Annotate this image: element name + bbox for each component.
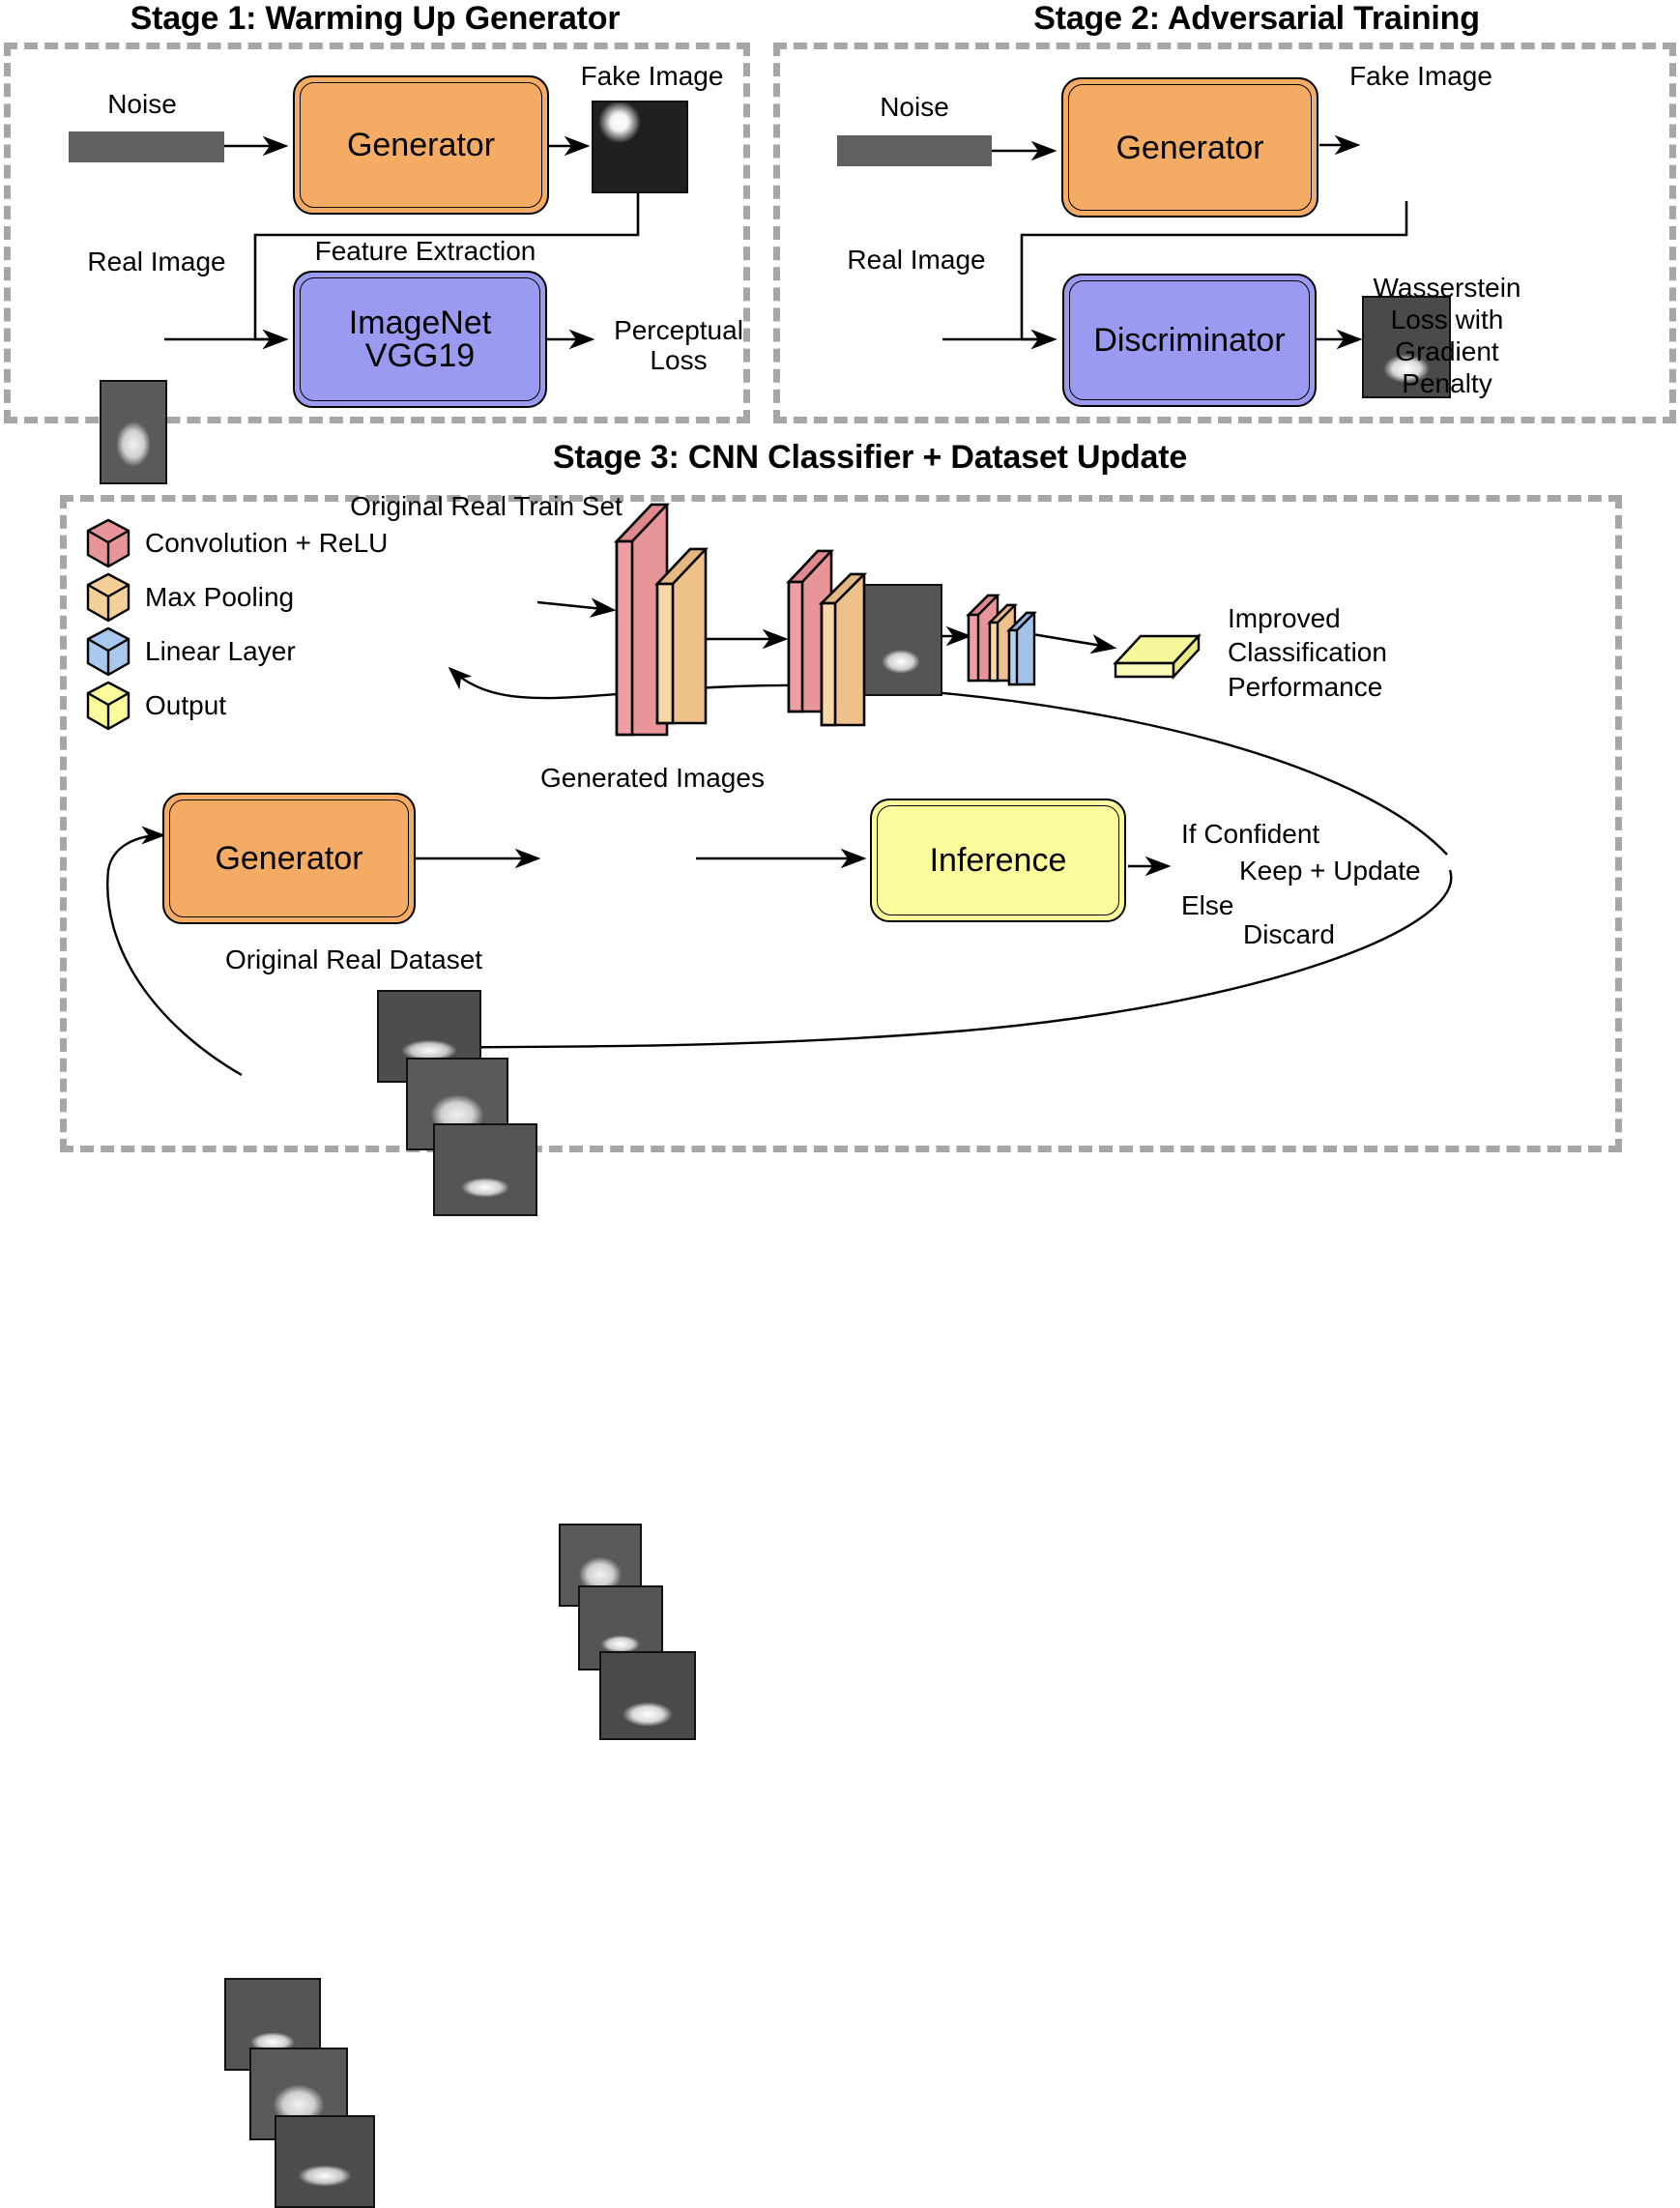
legend-label-max-pooling: Max Pooling bbox=[145, 581, 295, 612]
improved-line-1: Improved bbox=[1228, 603, 1341, 633]
stage3-original-dataset-label: Original Real Dataset bbox=[224, 944, 483, 974]
stage1-noise-label: Noise bbox=[107, 89, 177, 119]
output-slab-icon bbox=[1113, 632, 1202, 681]
cube-icon bbox=[85, 518, 131, 568]
stage1-real-image-thumb bbox=[100, 380, 167, 484]
pool-slab-icon bbox=[653, 547, 710, 725]
stage3-else-label: Else bbox=[1181, 890, 1234, 920]
stage2-generator-box[interactable]: Generator bbox=[1061, 77, 1318, 218]
stage3-keep-update-label: Keep + Update bbox=[1239, 856, 1421, 886]
stage3-train-set-thumb-1 bbox=[433, 1123, 537, 1216]
stage1-generator-label: Generator bbox=[346, 127, 496, 163]
stage3-if-confident-label: If Confident bbox=[1181, 819, 1320, 849]
cube-icon bbox=[85, 681, 131, 731]
stage2-discriminator-label: Discriminator bbox=[1093, 322, 1286, 359]
cube-icon bbox=[85, 626, 131, 677]
legend-item-max-pooling: Max Pooling bbox=[85, 570, 433, 625]
stage3-generated-images-label: Generated Images bbox=[540, 763, 765, 793]
stage3-generator-box[interactable]: Generator bbox=[162, 793, 416, 924]
stage3-generator-label: Generator bbox=[215, 840, 363, 877]
stage2-noise-label: Noise bbox=[880, 92, 949, 122]
stage-1-title: Stage 1: Warming Up Generator bbox=[130, 0, 621, 37]
stage1-feature-extraction-label: Feature Extraction bbox=[314, 236, 536, 266]
pool-slab-icon bbox=[818, 572, 868, 727]
cnn-block-3-linear bbox=[1003, 605, 1057, 703]
stage3-discard-label: Discard bbox=[1243, 919, 1335, 949]
stage2-loss-line3: Gradient bbox=[1395, 336, 1499, 367]
legend-label-linear-layer: Linear Layer bbox=[145, 635, 296, 666]
stage1-real-image-label: Real Image bbox=[87, 247, 226, 276]
stage2-discriminator-box[interactable]: Discriminator bbox=[1062, 274, 1317, 407]
cnn-output-bar bbox=[1112, 619, 1204, 691]
stage1-fake-image-thumb bbox=[592, 101, 688, 193]
stage1-vgg-box[interactable]: ImageNet VGG19 bbox=[293, 271, 547, 408]
legend-item-convolution: Convolution + ReLU bbox=[85, 516, 433, 570]
stage3-generated-thumb-1 bbox=[599, 1651, 696, 1740]
stage1-fake-image-label: Fake Image bbox=[580, 61, 724, 91]
stage3-train-set-label: Original Real Train Set bbox=[350, 491, 623, 521]
legend-item-linear-layer: Linear Layer bbox=[85, 625, 433, 679]
improved-line-3: Performance bbox=[1228, 671, 1383, 702]
improved-line-2: Classification bbox=[1228, 637, 1387, 668]
stage2-loss-line1: Wasserstein bbox=[1373, 273, 1521, 303]
stage3-inference-label: Inference bbox=[929, 842, 1067, 879]
stage2-fake-image-label: Fake Image bbox=[1349, 61, 1492, 91]
cnn-block-1-pool bbox=[650, 541, 756, 740]
stage3-inference-box[interactable]: Inference bbox=[870, 799, 1126, 922]
stage1-vgg-line1: ImageNet bbox=[348, 305, 492, 341]
stage1-loss-line1: Perceptual bbox=[614, 315, 743, 345]
stage-2-title: Stage 2: Adversarial Training bbox=[1033, 0, 1480, 37]
legend-label-convolution: Convolution + ReLU bbox=[145, 527, 389, 558]
stage2-real-image-label: Real Image bbox=[847, 245, 986, 275]
stage1-perceptual-loss-text: Perceptual Loss bbox=[592, 315, 766, 376]
stage2-noise-bar bbox=[837, 135, 992, 166]
cnn-legend: Convolution + ReLU Max Pooling Linear La… bbox=[85, 516, 433, 733]
legend-item-output: Output bbox=[85, 679, 433, 733]
linear-slab-icon bbox=[1006, 611, 1037, 686]
stage2-generator-label: Generator bbox=[1115, 129, 1264, 166]
stage1-loss-line2: Loss bbox=[650, 344, 708, 375]
cnn-block-2-pool bbox=[814, 565, 920, 743]
legend-label-output: Output bbox=[145, 689, 227, 720]
stage3-dataset-thumb-1 bbox=[275, 2115, 375, 2208]
stage1-noise-bar bbox=[69, 131, 224, 162]
stage1-generator-box[interactable]: Generator bbox=[293, 75, 549, 215]
cube-icon bbox=[85, 572, 131, 623]
stage2-wasserstein-text: Wasserstein Loss with Gradient Penalty bbox=[1336, 272, 1558, 399]
stage-3-title: Stage 3: CNN Classifier + Dataset Update bbox=[552, 439, 1188, 476]
stage3-improved-performance-text: Improved Classification Performance bbox=[1228, 601, 1518, 704]
stage2-loss-line4: Penalty bbox=[1402, 368, 1492, 399]
stage1-vgg-line2: VGG19 bbox=[364, 337, 476, 374]
stage2-loss-line2: Loss with bbox=[1390, 305, 1504, 335]
